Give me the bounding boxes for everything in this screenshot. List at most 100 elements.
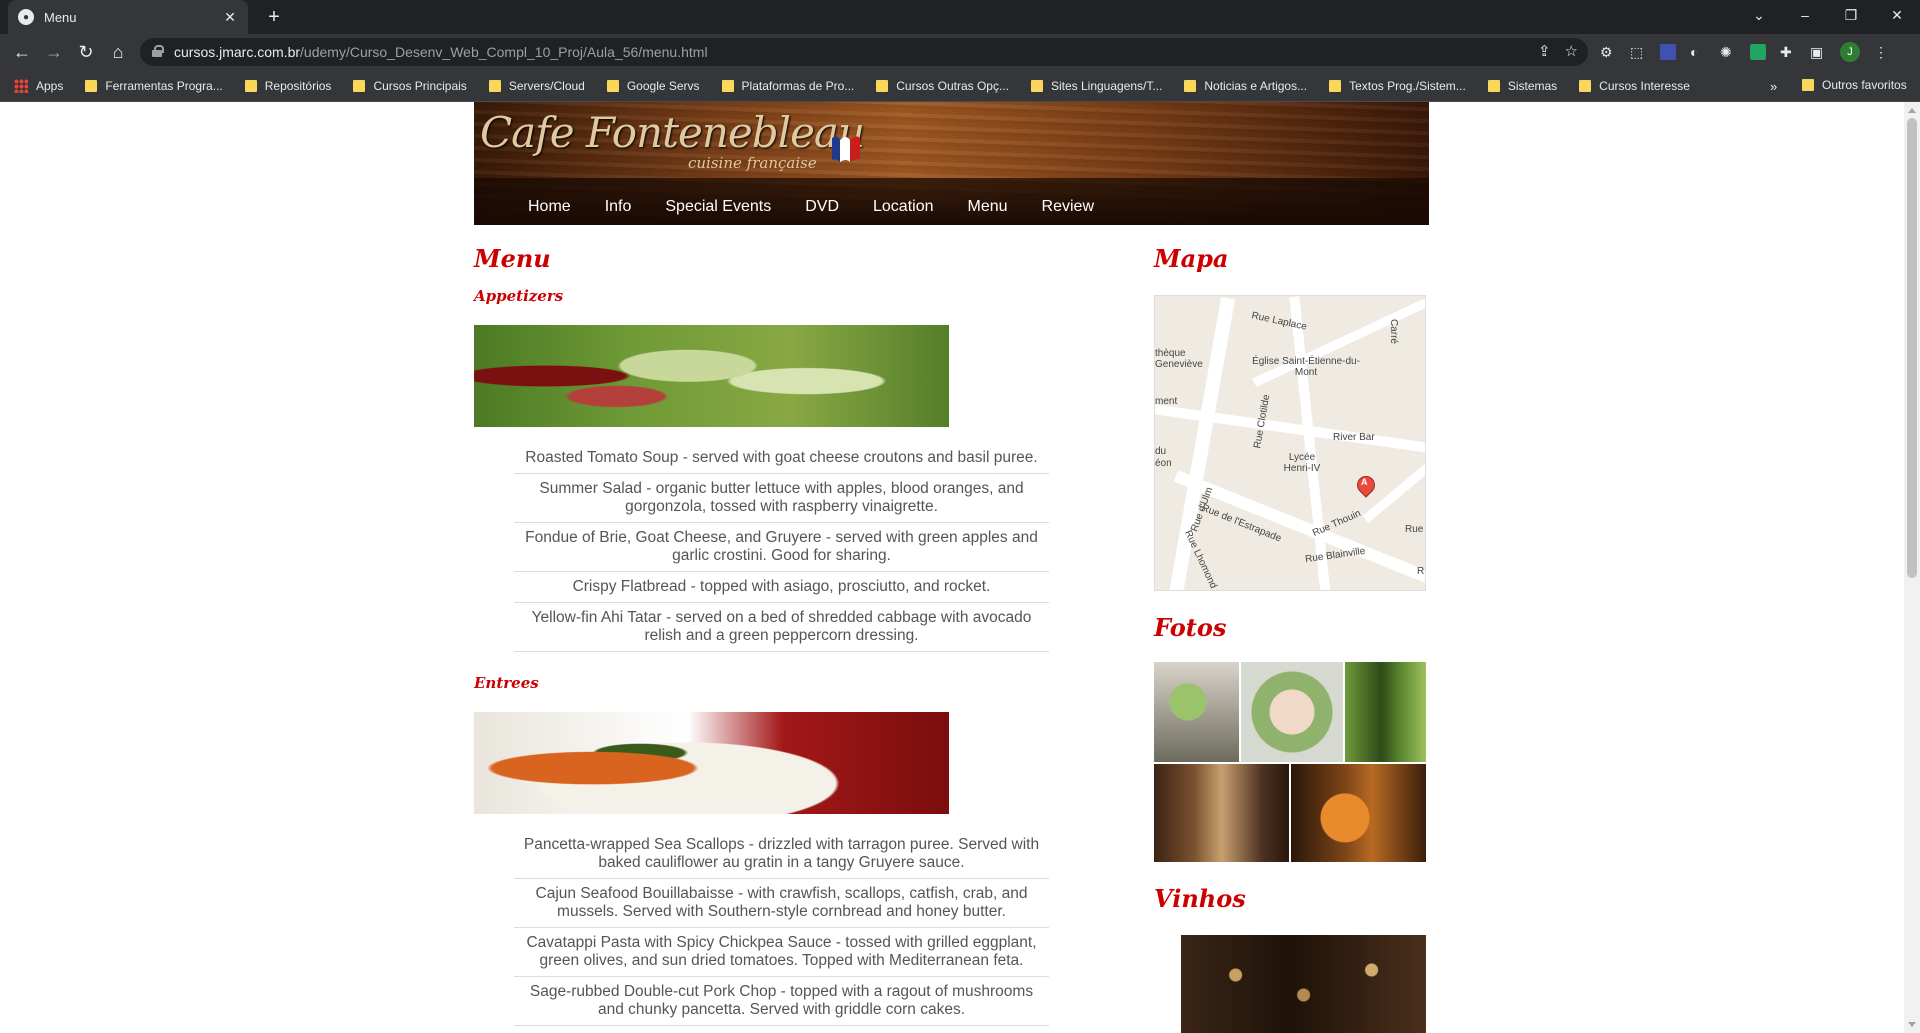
french-flag-icon bbox=[832, 136, 860, 162]
folder-icon bbox=[488, 79, 501, 92]
site-tagline: cuisine française bbox=[688, 154, 817, 172]
entrees-list: Pancetta-wrapped Sea Scallops - drizzled… bbox=[514, 836, 1049, 1026]
appetizers-list: Roasted Tomato Soup - served with goat c… bbox=[514, 449, 1049, 652]
page-scrollbar[interactable] bbox=[1904, 102, 1920, 1033]
folder-icon bbox=[1184, 79, 1197, 92]
new-tab-button[interactable]: + bbox=[262, 5, 286, 29]
scroll-thumb[interactable] bbox=[1907, 118, 1917, 578]
bookmark-folder[interactable]: Servers/Cloud bbox=[488, 79, 585, 93]
nav-info[interactable]: Info bbox=[605, 198, 632, 216]
bookmark-folder[interactable]: Repositórios bbox=[244, 79, 331, 93]
extension-green-icon[interactable] bbox=[1750, 44, 1766, 60]
map-pin-icon[interactable]: A bbox=[1357, 476, 1373, 498]
side-panel-icon[interactable]: ▣ bbox=[1810, 44, 1826, 60]
url-host: cursos.jmarc.com.br bbox=[174, 44, 301, 60]
nav-location[interactable]: Location bbox=[873, 198, 934, 216]
folder-icon bbox=[1487, 79, 1500, 92]
list-item: Crispy Flatbread - topped with asiago, p… bbox=[514, 572, 1049, 603]
map-label: thèque Geneviève bbox=[1155, 348, 1203, 370]
scroll-up-arrow-icon[interactable] bbox=[1908, 108, 1916, 113]
close-window-button[interactable]: ✕ bbox=[1874, 0, 1920, 30]
bookmark-folder[interactable]: Ferramentas Progra... bbox=[85, 79, 223, 93]
nav-dvd[interactable]: DVD bbox=[805, 198, 839, 216]
site-logo[interactable]: Cafe Fontenebleau bbox=[480, 108, 865, 157]
bookmark-label: Outros favoritos bbox=[1822, 78, 1907, 92]
bookmark-folder[interactable]: Noticias e Artigos... bbox=[1184, 79, 1307, 93]
forward-icon[interactable]: → bbox=[42, 40, 66, 64]
bookmark-folder[interactable]: Cursos Outras Opç... bbox=[876, 79, 1009, 93]
tab-search-icon[interactable]: ⌄ bbox=[1736, 0, 1782, 30]
restore-button[interactable]: ❐ bbox=[1828, 0, 1874, 30]
extension-circle-icon[interactable]: ◐ bbox=[1690, 44, 1706, 60]
folder-icon bbox=[1329, 79, 1342, 92]
photo-thumbnail[interactable] bbox=[1345, 662, 1426, 762]
bookmark-folder[interactable]: Plataformas de Pro... bbox=[721, 79, 854, 93]
map-label: Lycée Henri-IV bbox=[1283, 452, 1321, 474]
bookmark-folder[interactable]: Sistemas bbox=[1487, 79, 1557, 93]
folder-icon bbox=[1030, 79, 1043, 92]
sidebar: Mapa Rue Laplace Église Saint-Étienne-du… bbox=[1154, 244, 1429, 1033]
share-icon[interactable]: ⇪ bbox=[1538, 42, 1551, 60]
list-item: Cajun Seafood Bouillabaisse - with crawf… bbox=[514, 879, 1049, 928]
bookmark-folder[interactable]: Cursos Interesse bbox=[1579, 79, 1690, 93]
menu-kebab-icon[interactable]: ⋮ bbox=[1874, 44, 1890, 60]
page-viewport: Cafe Fontenebleau cuisine française Home… bbox=[0, 102, 1904, 1033]
nav-menu[interactable]: Menu bbox=[968, 198, 1008, 216]
photo-thumbnail[interactable] bbox=[1154, 764, 1289, 862]
folder-icon bbox=[721, 79, 734, 92]
menu-title: Menu bbox=[474, 244, 551, 273]
nav-home[interactable]: Home bbox=[528, 198, 571, 216]
map-road bbox=[1289, 296, 1331, 590]
extensions-puzzle-icon[interactable]: ✚ bbox=[1780, 44, 1796, 60]
list-item: Yellow-fin Ahi Tatar - served on a bed o… bbox=[514, 603, 1049, 652]
site-container: Cafe Fontenebleau cuisine française Home… bbox=[474, 102, 1429, 1033]
bookmark-label: Cursos Outras Opç... bbox=[896, 78, 1009, 93]
extension-blue-icon[interactable] bbox=[1660, 44, 1676, 60]
address-bar[interactable]: cursos.jmarc.com.br/udemy/Curso_Desenv_W… bbox=[140, 38, 1588, 66]
back-icon[interactable]: ← bbox=[10, 40, 34, 64]
bookmark-folder[interactable]: Google Servs bbox=[606, 79, 700, 93]
close-tab-icon[interactable]: ✕ bbox=[222, 9, 238, 25]
extension-react-icon[interactable]: ✺ bbox=[1720, 44, 1736, 60]
menu-section: Menu Appetizers Roasted Tomato Soup - se… bbox=[474, 244, 1049, 1026]
site-banner: Cafe Fontenebleau cuisine française Home… bbox=[474, 102, 1429, 225]
photo-thumbnail[interactable] bbox=[1291, 764, 1426, 862]
bookmark-label: Cursos Interesse bbox=[1599, 78, 1690, 93]
browser-toolbar: ← → ↻ ⌂ cursos.jmarc.com.br/udemy/Curso_… bbox=[0, 34, 1920, 70]
url-path: /udemy/Curso_Desenv_Web_Compl_10_Proj/Au… bbox=[300, 44, 708, 60]
scroll-down-arrow-icon[interactable] bbox=[1908, 1022, 1916, 1027]
apps-grid-icon bbox=[14, 78, 28, 93]
other-bookmarks[interactable]: Outros favoritos bbox=[1802, 78, 1907, 92]
salad-image bbox=[474, 325, 949, 427]
extension-screenshot-icon[interactable]: ⬚ bbox=[1630, 44, 1646, 60]
photo-thumbnail[interactable] bbox=[1154, 662, 1239, 762]
photo-thumbnail[interactable] bbox=[1241, 662, 1343, 762]
bookmark-folder[interactable]: Textos Prog./Sistem... bbox=[1329, 79, 1466, 93]
bookmark-folder[interactable]: Sites Linguagens/T... bbox=[1030, 79, 1162, 93]
home-icon[interactable]: ⌂ bbox=[106, 40, 130, 64]
salmon-image bbox=[474, 712, 949, 814]
lock-icon[interactable] bbox=[152, 45, 164, 57]
map-label: Rue bbox=[1405, 524, 1424, 535]
minimize-button[interactable]: – bbox=[1782, 0, 1828, 30]
entrees-title: Entrees bbox=[474, 674, 539, 692]
extension-gear-icon[interactable]: ⚙ bbox=[1600, 44, 1616, 60]
list-item: Cavatappi Pasta with Spicy Chickpea Sauc… bbox=[514, 928, 1049, 977]
profile-avatar[interactable]: J bbox=[1840, 42, 1860, 62]
folder-icon bbox=[1802, 79, 1814, 91]
nav-special-events[interactable]: Special Events bbox=[665, 198, 771, 216]
active-tab[interactable]: ● Menu ✕ bbox=[8, 0, 248, 34]
bookmark-apps[interactable]: Apps bbox=[14, 78, 63, 93]
bookmark-star-icon[interactable]: ☆ bbox=[1565, 42, 1578, 60]
map-label: du bbox=[1155, 446, 1167, 457]
reload-icon[interactable]: ↻ bbox=[74, 40, 98, 64]
bookmark-folder[interactable]: Cursos Principais bbox=[353, 79, 467, 93]
location-map[interactable]: Rue Laplace Église Saint-Étienne-du-Mont… bbox=[1154, 295, 1426, 591]
folder-icon bbox=[606, 79, 619, 92]
nav-review[interactable]: Review bbox=[1042, 198, 1094, 216]
map-label: Rue Blainville bbox=[1304, 545, 1367, 566]
map-label: Carré bbox=[1388, 318, 1400, 345]
bookmarks-overflow-button[interactable]: » bbox=[1770, 79, 1777, 94]
map-label: Église Saint-Étienne-du-Mont bbox=[1252, 356, 1360, 378]
map-road bbox=[1169, 297, 1235, 590]
